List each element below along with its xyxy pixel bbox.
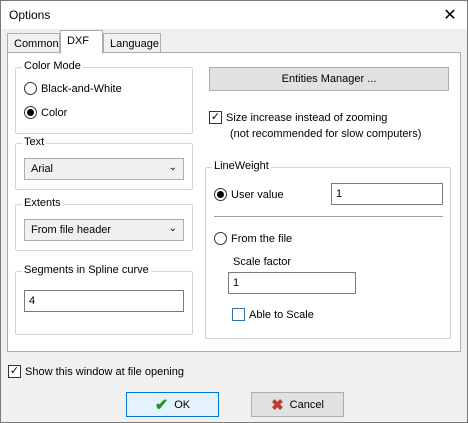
- size-increase-note: (not recommended for slow computers): [230, 128, 422, 140]
- radio-circle: [24, 106, 37, 119]
- segments-value: 4: [29, 295, 36, 307]
- ok-label: OK: [174, 398, 191, 411]
- radio-label: Color: [41, 106, 68, 119]
- scale-factor-input[interactable]: 1: [228, 272, 356, 294]
- color-mode-group: Color Mode Black-and-White Color: [15, 60, 193, 134]
- size-increase-label: Size increase instead of zooming: [226, 111, 388, 124]
- checkmark-icon: ✓: [209, 111, 222, 124]
- tab-dxf[interactable]: DXF: [60, 30, 103, 54]
- close-button[interactable]: ✕: [433, 1, 467, 29]
- tab-dxf-label: DXF: [67, 35, 89, 47]
- cancel-x-icon: ✖: [271, 396, 284, 414]
- chevron-down-icon: ⌄: [168, 162, 177, 173]
- cancel-button[interactable]: ✖ Cancel: [251, 392, 344, 417]
- radio-black-and-white[interactable]: Black-and-White: [24, 82, 122, 95]
- radio-user-value[interactable]: User value: [214, 188, 284, 201]
- user-value-input[interactable]: 1: [331, 183, 443, 205]
- tab-language[interactable]: Language: [103, 33, 161, 54]
- segments-input[interactable]: 4: [24, 290, 184, 312]
- ok-button[interactable]: ✔ OK: [126, 392, 219, 417]
- segments-group: Segments in Spline curve 4: [15, 264, 193, 335]
- show-window-label: Show this window at file opening: [25, 365, 184, 378]
- extents-group: Extents From file header ⌄: [15, 197, 193, 251]
- text-title: Text: [22, 136, 47, 148]
- radio-label: Black-and-White: [41, 82, 122, 95]
- able-to-scale-label: Able to Scale: [249, 308, 314, 321]
- radio-dot: [217, 191, 224, 198]
- dxf-panel: Color Mode Black-and-White Color Text Ar…: [7, 52, 461, 352]
- options-window: Options ✕ Common DXF Language Color Mode…: [0, 0, 468, 423]
- user-value: 1: [336, 188, 343, 200]
- color-mode-title: Color Mode: [22, 60, 83, 72]
- select-value: Arial: [31, 163, 54, 175]
- show-window-checkbox[interactable]: ✓ Show this window at file opening: [8, 365, 184, 378]
- tab-common[interactable]: Common: [7, 33, 60, 54]
- text-group: Text Arial ⌄: [15, 136, 193, 190]
- radio-color[interactable]: Color: [24, 106, 67, 119]
- able-to-scale-checkbox[interactable]: Able to Scale: [232, 308, 314, 321]
- extents-select[interactable]: From file header ⌄: [24, 219, 184, 241]
- radio-from-the-file[interactable]: From the file: [214, 232, 292, 245]
- scale-factor-value: 1: [233, 277, 240, 289]
- checkbox-icon: [232, 308, 245, 321]
- tab-common-label: Common: [14, 38, 59, 50]
- checkmark-icon: ✓: [8, 365, 21, 378]
- close-icon: ✕: [443, 7, 457, 24]
- ok-check-icon: ✔: [154, 396, 169, 414]
- lineweight-group: LineWeight User value 1 From the file Sc…: [205, 160, 451, 339]
- radio-label: From the file: [231, 232, 293, 245]
- radio-label: User value: [231, 188, 284, 201]
- entities-manager-label: Entities Manager ...: [281, 73, 377, 85]
- size-increase-checkbox[interactable]: ✓ Size increase instead of zooming: [209, 111, 387, 124]
- divider: [214, 216, 443, 217]
- text-font-select[interactable]: Arial ⌄: [24, 158, 184, 180]
- scale-factor-label: Scale factor: [233, 256, 292, 268]
- cancel-label: Cancel: [289, 398, 324, 411]
- extents-title: Extents: [22, 197, 63, 209]
- entities-manager-button[interactable]: Entities Manager ...: [209, 67, 449, 91]
- window-title: Options: [9, 8, 51, 22]
- radio-circle: [214, 232, 227, 245]
- radio-dot: [27, 109, 34, 116]
- radio-circle: [24, 82, 37, 95]
- segments-title: Segments in Spline curve: [22, 264, 151, 276]
- select-value: From file header: [31, 224, 112, 236]
- tab-language-label: Language: [110, 38, 159, 50]
- lineweight-title: LineWeight: [212, 160, 271, 172]
- title-bar: Options ✕: [1, 1, 467, 29]
- radio-circle: [214, 188, 227, 201]
- chevron-down-icon: ⌄: [168, 223, 177, 234]
